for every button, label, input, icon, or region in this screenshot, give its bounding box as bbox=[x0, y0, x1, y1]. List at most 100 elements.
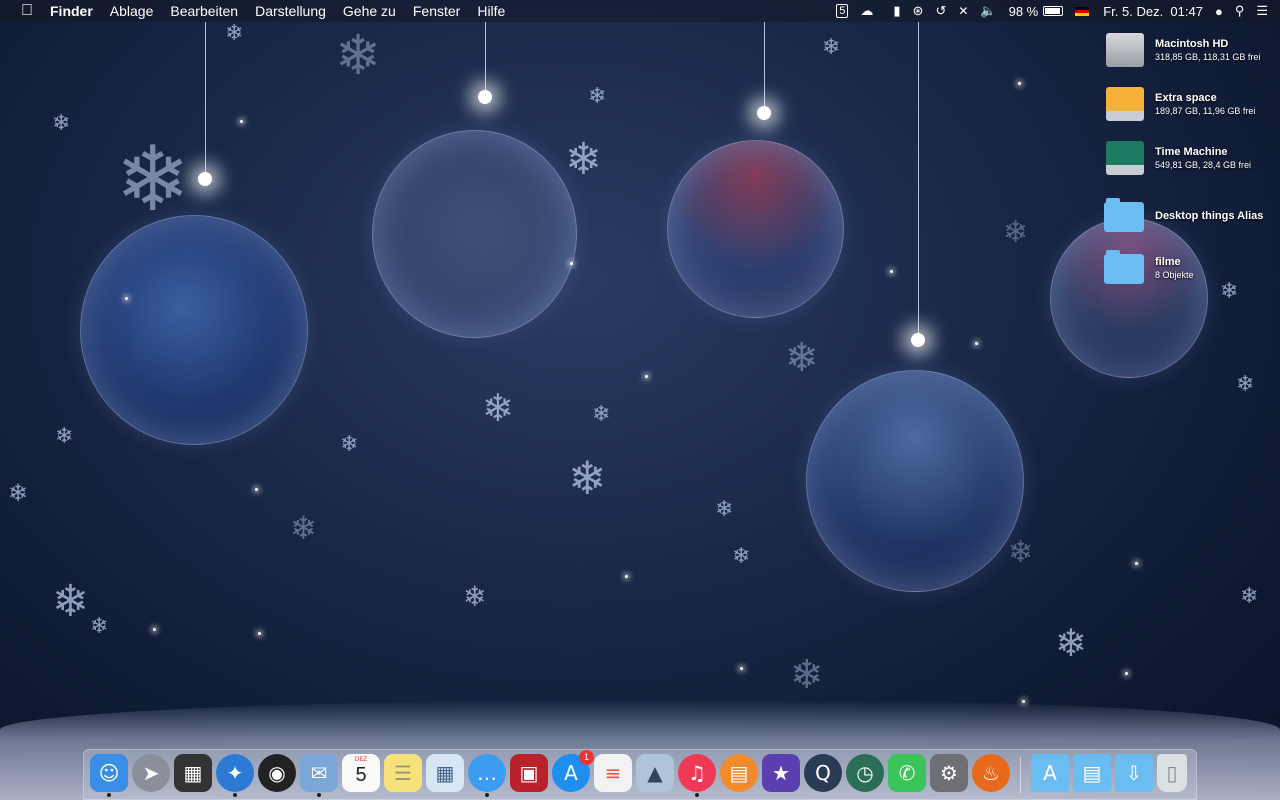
ornament-pink bbox=[1050, 218, 1208, 378]
volume-icon[interactable]: 🔈 bbox=[980, 3, 996, 19]
ornament-string bbox=[764, 22, 765, 110]
snowflake: ❄ bbox=[52, 577, 89, 626]
menu-fenster[interactable]: Fenster bbox=[413, 3, 460, 19]
menu-bearbeiten[interactable]: Bearbeiten bbox=[170, 3, 238, 19]
desktop-item-name: Macintosh HD bbox=[1155, 38, 1229, 50]
sparkle bbox=[1018, 82, 1021, 85]
firefox-icon[interactable]: ♨ bbox=[972, 753, 1010, 792]
snowflake: ❄ bbox=[1008, 536, 1034, 569]
clock[interactable]: Fr. 5. Dez. 01:47 bbox=[1103, 4, 1203, 19]
time-machine-icon[interactable]: ◷ bbox=[846, 753, 884, 792]
hard-drive-icon bbox=[1104, 30, 1146, 70]
battery-icon[interactable] bbox=[1043, 6, 1064, 16]
calendar-icon[interactable]: DEZ 5 bbox=[342, 753, 380, 792]
ornament-red-wave bbox=[667, 140, 844, 318]
wifi-icon[interactable]: ⊛ bbox=[913, 3, 924, 19]
sparkle bbox=[153, 628, 156, 631]
desktop-item-macintosh-hd[interactable]: Macintosh HD 318,85 GB, 118,31 GB frei bbox=[1104, 30, 1280, 70]
dashboard-icon[interactable]: ◉ bbox=[258, 753, 296, 792]
photo-booth-icon[interactable]: ▣ bbox=[510, 753, 548, 792]
app-store-badge: 1 bbox=[579, 749, 594, 765]
facetime-icon[interactable]: ✆ bbox=[888, 753, 926, 792]
snowflake: ❄ bbox=[1236, 371, 1255, 396]
snowflake: ❄ bbox=[55, 423, 74, 448]
status-area: 5 ☁ ▮ ⊛ ↺ ✕ 🔈 98 % Fr. 5. Dez. 01:47 ● ⚲… bbox=[824, 0, 1280, 22]
search-icon[interactable]: ⚲ bbox=[1235, 3, 1245, 19]
app-store-icon[interactable]: A1 bbox=[552, 749, 594, 792]
snowflake: ❄ bbox=[715, 496, 734, 521]
system-preferences-icon[interactable]: ⚙ bbox=[930, 753, 968, 792]
mail-icon[interactable]: ✉ bbox=[300, 753, 338, 797]
mission-control-icon[interactable]: ▦ bbox=[174, 753, 212, 792]
snowflake: ❄ bbox=[335, 24, 382, 86]
desktop-item-time-machine[interactable]: Time Machine 549,81 GB, 28,4 GB frei bbox=[1104, 138, 1280, 178]
notes-icon[interactable]: ☰ bbox=[384, 753, 422, 792]
ornament-icicle bbox=[806, 370, 1024, 592]
ornament-blue bbox=[80, 215, 308, 445]
desktop-item-filme[interactable]: filme 8 Objekte bbox=[1104, 248, 1280, 288]
snowflake: ❄ bbox=[8, 480, 29, 507]
sparkle bbox=[625, 575, 628, 578]
downloads-folder-icon[interactable]: ⇩ bbox=[1115, 753, 1153, 792]
sparkle bbox=[975, 342, 978, 345]
snowflake: ❄ bbox=[225, 20, 244, 45]
folder-alias-icon bbox=[1104, 196, 1146, 236]
apple-icon[interactable]:  bbox=[18, 2, 36, 20]
itunes-icon[interactable]: ♫ bbox=[678, 753, 716, 797]
iphoto-icon[interactable]: ▲ bbox=[636, 753, 674, 792]
time-machine-status-icon[interactable]: ↺ bbox=[935, 3, 946, 19]
sparkle bbox=[645, 375, 648, 378]
vibrate-icon[interactable]: ▮ bbox=[893, 3, 900, 19]
ornament-clear bbox=[372, 130, 577, 338]
desktop-item-desktop-things-alias[interactable]: Desktop things Alias bbox=[1104, 196, 1280, 236]
trash-icon[interactable]: ▯ bbox=[1157, 753, 1187, 792]
documents-folder-icon[interactable]: ▤ bbox=[1073, 753, 1111, 792]
ornament-string bbox=[485, 22, 486, 94]
sparkle bbox=[1125, 672, 1128, 675]
time-machine-drive-icon bbox=[1104, 138, 1146, 178]
imovie-icon[interactable]: ★ bbox=[762, 753, 800, 792]
applications-folder-icon[interactable]: A bbox=[1031, 753, 1069, 792]
snowflake: ❄ bbox=[592, 401, 611, 426]
launchpad-icon[interactable]: ➤ bbox=[132, 753, 170, 792]
snowflake: ❄ bbox=[785, 336, 819, 380]
menu-ablage[interactable]: Ablage bbox=[110, 3, 154, 19]
desktop-item-extra-space[interactable]: Extra space 189,87 GB, 11,96 GB frei bbox=[1104, 84, 1280, 124]
calendar-day: 5 bbox=[355, 764, 367, 786]
ibooks-icon[interactable]: ▤ bbox=[720, 753, 758, 792]
finder-icon[interactable]: ☺ bbox=[90, 753, 128, 797]
snowflake: ❄ bbox=[115, 130, 191, 230]
snowflake: ❄ bbox=[482, 388, 514, 430]
reminders-icon[interactable]: ≡ bbox=[594, 753, 632, 792]
notification-center-icon[interactable]: ☰ bbox=[1256, 3, 1268, 19]
desktop-item-name: Time Machine bbox=[1155, 146, 1228, 158]
desktop-item-info: 189,87 GB, 11,96 GB frei bbox=[1155, 106, 1256, 116]
ornament-glow bbox=[757, 106, 771, 120]
shield-icon[interactable]: 5 bbox=[836, 4, 849, 18]
messages-icon[interactable]: … bbox=[468, 753, 506, 797]
menu-hilfe[interactable]: Hilfe bbox=[477, 3, 505, 19]
bluetooth-icon[interactable]: ✕ bbox=[958, 4, 968, 18]
snowflake: ❄ bbox=[1240, 583, 1259, 608]
snowflake: ❄ bbox=[1003, 216, 1029, 249]
menu-gehe-zu[interactable]: Gehe zu bbox=[343, 3, 396, 19]
snowflake: ❄ bbox=[790, 653, 824, 697]
menu-bar:  Finder Ablage Bearbeiten Darstellung G… bbox=[0, 0, 1280, 22]
snowflake: ❄ bbox=[822, 34, 841, 59]
sparkle bbox=[570, 262, 573, 265]
cloud-icon[interactable]: ☁ bbox=[860, 3, 873, 19]
safari-icon[interactable]: ✦ bbox=[216, 753, 254, 797]
menu-darstellung[interactable]: Darstellung bbox=[255, 3, 326, 19]
snowflake: ❄ bbox=[732, 543, 751, 568]
battery-percent[interactable]: 98 % bbox=[1009, 4, 1039, 19]
sparkle bbox=[740, 667, 743, 670]
snowflake: ❄ bbox=[568, 452, 607, 504]
quicktime-icon[interactable]: Q bbox=[804, 753, 842, 792]
menu-app-finder[interactable]: Finder bbox=[50, 3, 93, 19]
user-icon[interactable]: ● bbox=[1215, 4, 1223, 19]
flag-icon[interactable] bbox=[1075, 6, 1090, 16]
desktop-item-name: filme bbox=[1155, 256, 1181, 268]
calendar-month: DEZ bbox=[354, 755, 368, 763]
preview-icon[interactable]: ▦ bbox=[426, 753, 464, 792]
folder-icon bbox=[1104, 248, 1146, 288]
